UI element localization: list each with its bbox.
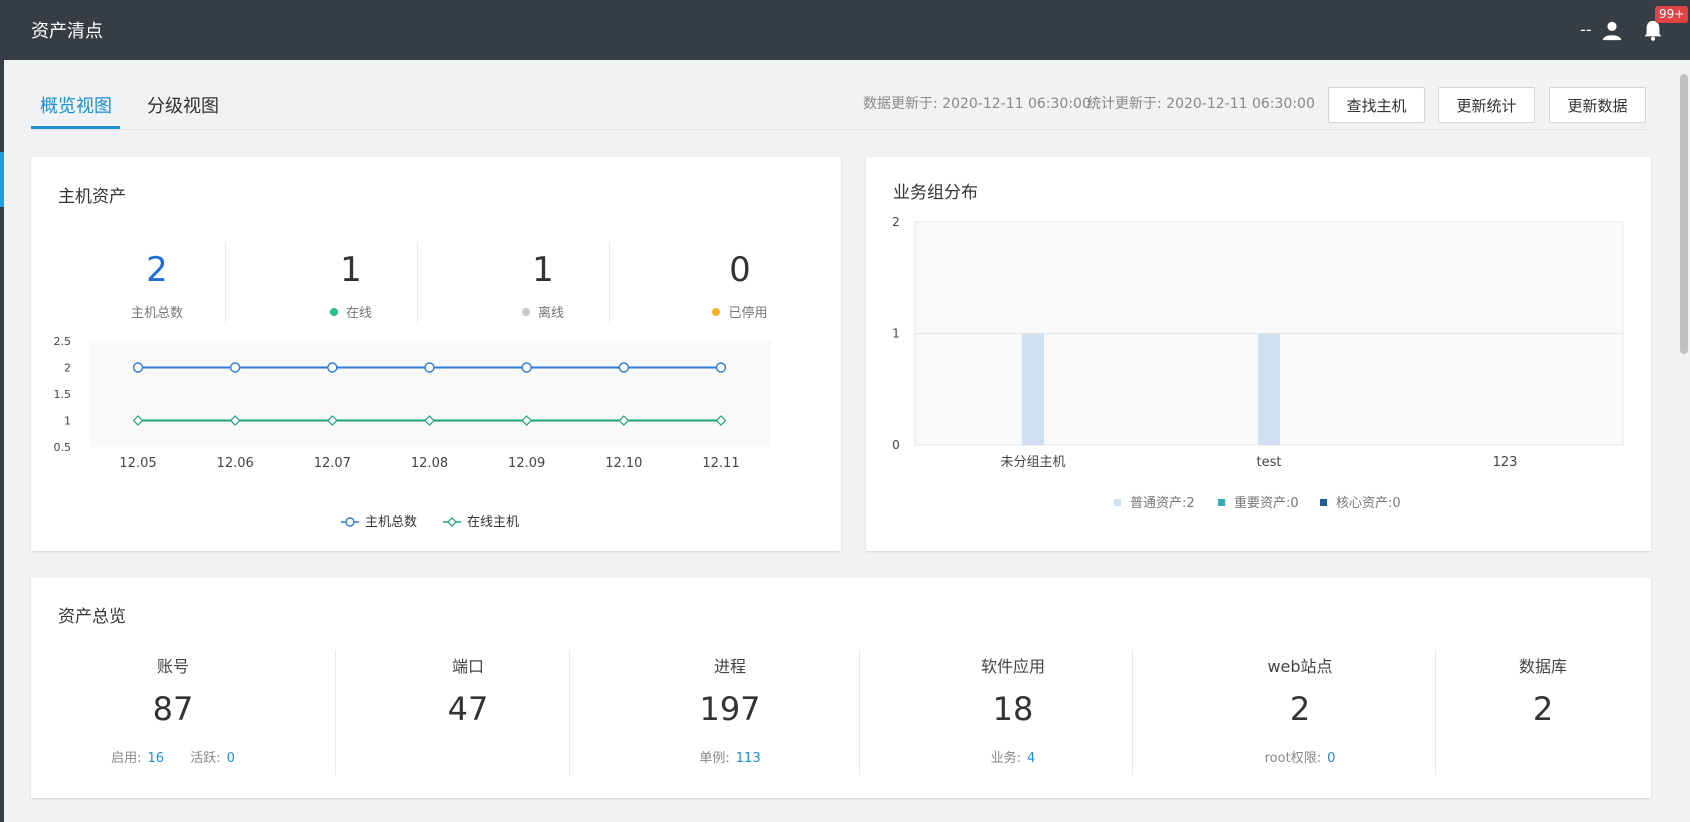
asset-overview-card: 资产总览 账号 87 启用: 16 活跃: 0 端口 47 进程 197 单例: 11… xyxy=(31,578,1651,798)
overview-ports[interactable]: 端口 47 xyxy=(388,653,548,729)
overview-databases[interactable]: 数据库 2 xyxy=(1463,653,1623,729)
data-point xyxy=(521,362,532,373)
overview-label: 软件应用 xyxy=(980,657,1045,676)
data-point xyxy=(327,362,338,373)
overview-sub: 业务: 4 xyxy=(933,747,1093,766)
stats-updated-text: 统计更新于: 2020-12-11 06:30:00 xyxy=(1087,96,1315,112)
legend-swatch xyxy=(1218,499,1225,506)
data-point xyxy=(424,362,435,373)
x-tick-label: 未分组主机 xyxy=(1000,455,1065,470)
divider xyxy=(859,650,860,775)
host-trend-chart: 0.5 1 1.5 2 2.5 12.05 12.06 12.07 12.08 12.09 12.1… xyxy=(54,335,771,530)
notification-badge: 99+ xyxy=(1655,6,1689,23)
bar xyxy=(1258,333,1280,445)
x-tick-label: 12.05 xyxy=(119,456,156,471)
host-assets-card: 主机资产 2 主机总数 1 在线 1 离线 0 已停用 0.5 1 1.5 2 2.5 1… xyxy=(31,157,841,551)
x-tick-label: 12.08 xyxy=(411,456,448,471)
user-name[interactable]: -- xyxy=(1580,20,1592,39)
overview-label: web站点 xyxy=(1267,657,1333,676)
sub-value-link[interactable]: 0 xyxy=(1327,751,1335,766)
overview-value: 87 xyxy=(152,690,194,728)
overview-label: 数据库 xyxy=(1518,657,1567,676)
sub-value-link[interactable]: 16 xyxy=(148,751,165,766)
sidebar-strip xyxy=(0,60,4,822)
tab-graded[interactable]: 分级视图 xyxy=(147,92,219,118)
overview-value: 197 xyxy=(699,690,761,728)
legend-marker xyxy=(447,517,457,527)
tab-overview[interactable]: 概览视图 xyxy=(40,92,112,118)
y-tick-label: 1 xyxy=(892,327,900,341)
group-distribution-card: 业务组分布 0 1 2 未分组主机 test 123 普通资产:2 重要资产:0 核心资产:0 xyxy=(866,157,1651,551)
user-icon[interactable] xyxy=(1601,19,1623,41)
x-tick-label: 12.06 xyxy=(217,456,254,471)
update-stats-button[interactable]: 更新统计 xyxy=(1438,87,1535,123)
data-point xyxy=(618,362,630,373)
bar xyxy=(1022,333,1044,445)
legend-label: 在线主机 xyxy=(467,515,519,530)
overview-value: 2 xyxy=(1532,690,1554,728)
overview-value: 18 xyxy=(992,690,1034,728)
active-tab-underline xyxy=(31,126,120,129)
divider xyxy=(1132,650,1133,775)
top-bar: 资产清点 -- 99+ xyxy=(0,0,1690,60)
x-tick-label: 12.11 xyxy=(702,456,739,471)
sub-key: 启用: xyxy=(111,751,142,766)
overview-software[interactable]: 软件应用 18 业务: 4 xyxy=(933,653,1093,766)
data-point xyxy=(229,362,241,373)
overview-accounts[interactable]: 账号 87 启用: 16 活跃: 0 xyxy=(93,653,253,766)
legend-label: 重要资产:0 xyxy=(1234,495,1299,511)
scrollbar[interactable] xyxy=(1678,64,1690,822)
plot-area xyxy=(89,341,771,447)
y-tick-label: 1 xyxy=(64,415,71,428)
y-tick-label: 0.5 xyxy=(54,441,72,454)
legend-label: 普通资产:2 xyxy=(1130,496,1195,511)
divider xyxy=(569,650,570,775)
x-tick-label: test xyxy=(1257,455,1282,470)
scrollbar-thumb[interactable] xyxy=(1680,74,1688,354)
x-tick-label: 12.07 xyxy=(314,456,351,471)
sub-value-link[interactable]: 113 xyxy=(736,751,761,766)
y-tick-label: 0 xyxy=(892,438,900,452)
sub-value-link[interactable]: 4 xyxy=(1027,751,1035,766)
overview-sub: root权限: 0 xyxy=(1220,747,1380,766)
legend-marker xyxy=(345,517,355,527)
group-distribution-chart: 0 1 2 未分组主机 test 123 普通资产:2 重要资产:0 核心资产:0 xyxy=(892,215,1624,511)
overview-label: 端口 xyxy=(451,657,484,676)
sub-key: 单例: xyxy=(699,751,730,766)
x-tick-label: 12.10 xyxy=(605,456,642,471)
data-point xyxy=(132,362,144,373)
update-data-button[interactable]: 更新数据 xyxy=(1549,87,1646,123)
y-tick-label: 1.5 xyxy=(54,388,72,401)
overview-label: 进程 xyxy=(713,657,746,676)
data-point xyxy=(715,362,727,373)
find-host-button[interactable]: 查找主机 xyxy=(1328,87,1425,123)
x-tick-label: 123 xyxy=(1493,455,1518,470)
sidebar-active-marker xyxy=(0,152,4,207)
overview-sub: 启用: 16 活跃: 0 xyxy=(93,747,253,766)
y-tick-label: 2.5 xyxy=(54,335,72,348)
legend-swatch xyxy=(1320,499,1327,506)
legend-label: 核心资产:0 xyxy=(1336,496,1401,511)
y-tick-label: 2 xyxy=(64,362,71,375)
legend-swatch xyxy=(1114,499,1121,506)
divider xyxy=(1435,650,1436,775)
overview-sub: 单例: 113 xyxy=(650,747,810,766)
sub-value-link[interactable]: 0 xyxy=(227,751,235,766)
legend-label: 主机总数 xyxy=(365,515,417,530)
sub-key: 活跃: xyxy=(190,751,221,766)
app-title: 资产清点 xyxy=(31,21,103,42)
overview-value: 2 xyxy=(1289,690,1311,728)
asset-overview-title: 资产总览 xyxy=(58,607,126,627)
overview-web-sites[interactable]: web站点 2 root权限: 0 xyxy=(1220,653,1380,766)
y-tick-label: 2 xyxy=(892,215,900,229)
overview-value: 47 xyxy=(447,690,489,728)
overview-label: 账号 xyxy=(156,657,189,676)
data-updated-text: 数据更新于: 2020-12-11 06:30:00 xyxy=(863,96,1091,112)
overview-processes[interactable]: 进程 197 单例: 113 xyxy=(650,653,810,766)
x-tick-label: 12.09 xyxy=(508,456,545,471)
sub-key: 业务: xyxy=(990,751,1022,766)
sub-key: root权限: xyxy=(1264,751,1322,766)
divider xyxy=(335,650,336,775)
